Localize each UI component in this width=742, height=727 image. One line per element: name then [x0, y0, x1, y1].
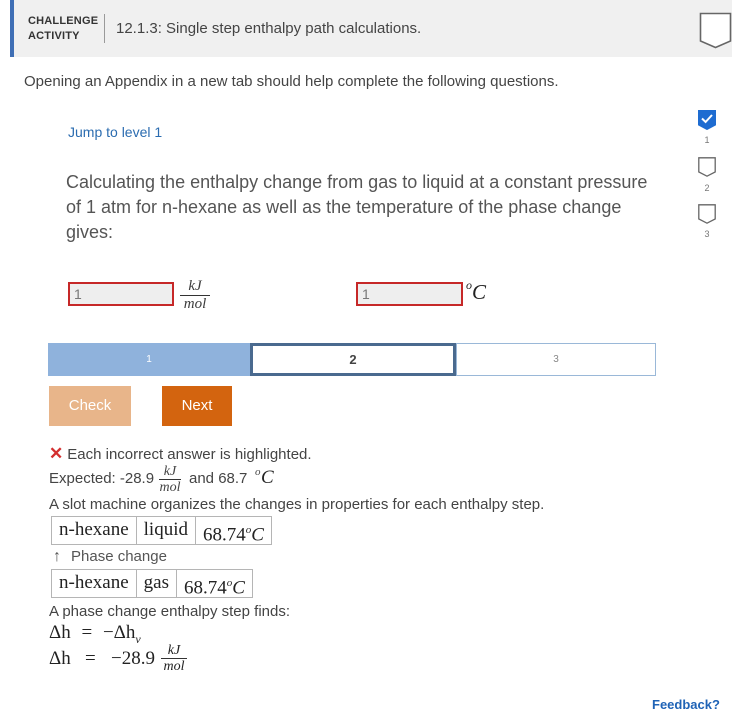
- phase-cell: liquid: [135, 517, 195, 544]
- kj-per-mol-unit: kJ mol: [180, 279, 210, 312]
- incorrect-x-icon: ✕: [49, 444, 64, 463]
- level-progress-bar: 1 2 3: [48, 343, 656, 376]
- activity-title: 12.1.3: Single step enthalpy path calcul…: [116, 20, 422, 37]
- celsius-letter: C: [472, 280, 487, 304]
- temperature-answer-input[interactable]: 1: [356, 282, 463, 306]
- equation-2-lhs: Δh: [49, 648, 71, 669]
- phase-change-label: Phase change: [71, 548, 167, 565]
- incorrect-message-text: Each incorrect answer is highlighted.: [67, 446, 312, 463]
- unit-denominator: mol: [183, 296, 207, 312]
- expected-unit: kJ mol: [159, 464, 181, 495]
- equation-1-lhs: Δh: [49, 622, 71, 643]
- expected-prefix: Expected: -28.9: [49, 470, 155, 487]
- temperature-cell: 68.74oC: [194, 517, 271, 546]
- check-button[interactable]: Check: [49, 386, 131, 426]
- challenge-activity-chip: CHALLENGE ACTIVITY: [28, 14, 99, 44]
- jump-to-level-link[interactable]: Jump to level 1: [68, 124, 162, 140]
- header-divider: [104, 14, 105, 43]
- slot-machine-text: A slot machine organizes the changes in …: [49, 496, 545, 513]
- rail-level-3-number: 3: [704, 229, 710, 239]
- equation-1-rhs: −Δh: [102, 622, 136, 643]
- level-3-shield-icon[interactable]: [698, 204, 716, 224]
- chip-line-2: ACTIVITY: [28, 30, 80, 42]
- equation-1-subscript: v: [135, 631, 141, 646]
- celsius-letter: C: [251, 524, 264, 546]
- activity-header: CHALLENGE ACTIVITY 12.1.3: Single step e…: [10, 0, 732, 57]
- equation-2-unit-denominator: mol: [163, 659, 185, 674]
- unit-numerator: kJ: [188, 278, 202, 294]
- instructions-text: Opening an Appendix in a new tab should …: [24, 73, 559, 90]
- completion-shield-icon: [699, 12, 732, 49]
- expected-celsius: C: [261, 467, 274, 488]
- celsius-unit: oC: [466, 278, 487, 305]
- temperature-cell: 68.74oC: [175, 570, 252, 599]
- level-1-segment[interactable]: 1: [48, 343, 250, 376]
- expected-unit-denominator: mol: [159, 480, 181, 495]
- rail-level-2-number: 2: [704, 183, 710, 193]
- equation-2-unit: kJ mol: [161, 643, 187, 674]
- degree-symbol: o: [466, 278, 472, 292]
- incorrect-message: ✕ Each incorrect answer is highlighted.: [49, 444, 312, 464]
- chip-line-1: CHALLENGE: [28, 15, 99, 27]
- temperature-value: 68.74: [183, 577, 227, 599]
- level-2-shield-icon[interactable]: [698, 157, 716, 177]
- enthalpy-answer-input[interactable]: 1: [68, 282, 174, 306]
- phase-change-label-row: ↑ Phase change: [53, 548, 167, 566]
- phase-cell: gas: [135, 570, 176, 597]
- celsius-letter: C: [232, 577, 245, 599]
- level-3-segment[interactable]: 3: [456, 343, 656, 376]
- expected-degree-symbol: o: [255, 466, 261, 478]
- liquid-state-row: n-hexane liquid 68.74oC: [51, 516, 272, 545]
- question-text: Calculating the enthalpy change from gas…: [66, 172, 648, 242]
- equation-2-rhs: −28.9: [111, 648, 155, 669]
- equals-sign: =: [85, 648, 96, 669]
- equation-2-unit-numerator: kJ: [167, 643, 181, 658]
- substance-cell: n-hexane: [59, 519, 129, 540]
- level-2-segment[interactable]: 2: [250, 343, 456, 376]
- next-button[interactable]: Next: [162, 386, 232, 426]
- equals-sign: =: [81, 622, 93, 643]
- header-accent-bar: [10, 0, 14, 57]
- phase-step-text: A phase change enthalpy step finds:: [49, 603, 291, 620]
- substance-cell: n-hexane: [59, 572, 129, 593]
- up-arrow-icon: ↑: [53, 548, 61, 565]
- expected-and-text: and 68.7: [189, 470, 248, 487]
- gas-state-row: n-hexane gas 68.74oC: [51, 569, 253, 598]
- equation-1: Δh = −Δhv: [49, 622, 141, 647]
- feedback-link[interactable]: Feedback?: [652, 697, 720, 712]
- rail-level-1-number: 1: [704, 135, 710, 145]
- temperature-value: 68.74: [202, 524, 246, 546]
- level-1-completed-shield-icon[interactable]: [698, 110, 716, 130]
- expected-unit-numerator: kJ: [163, 464, 177, 479]
